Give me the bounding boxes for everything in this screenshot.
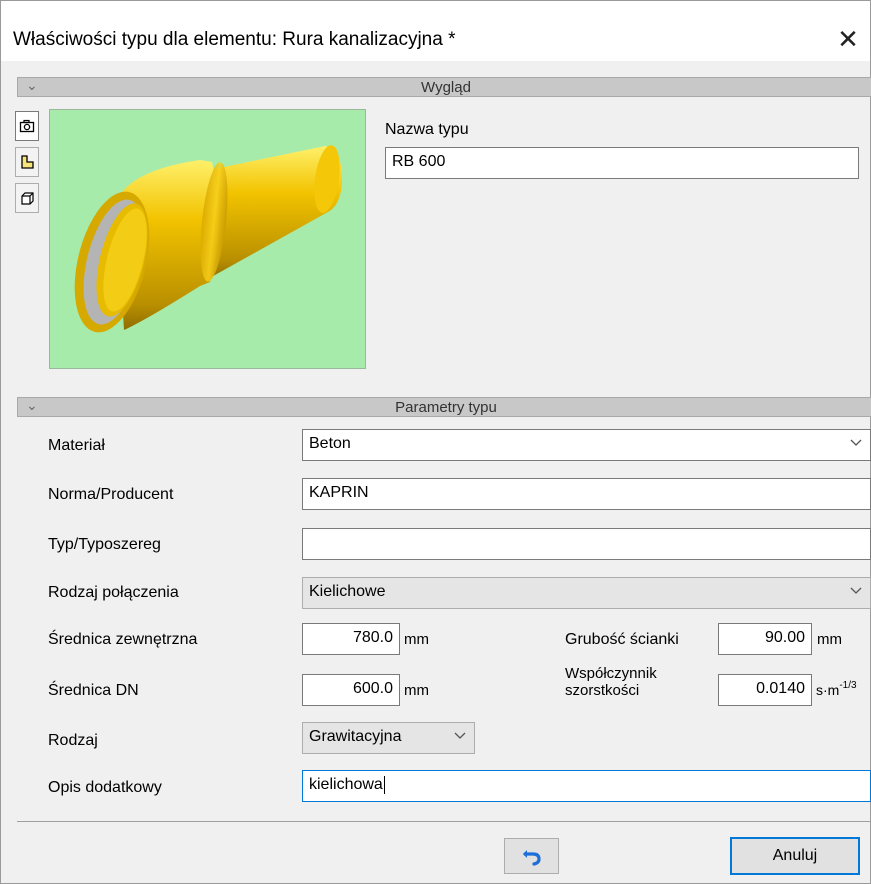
outer-diameter-label: Średnica zewnętrzna [48,631,198,648]
connection-select[interactable]: Kielichowe [302,577,871,609]
description-label: Opis dodatkowy [48,779,162,796]
wall-thickness-input[interactable]: 90.00 [718,623,812,655]
chevron-down-icon [850,587,862,594]
series-input[interactable] [302,528,871,560]
wall-thickness-unit: mm [817,631,842,648]
outer-diameter-unit: mm [404,631,429,648]
standard-label: Norma/Producent [48,486,174,503]
cancel-button[interactable]: Anuluj [730,837,860,875]
roughness-label: Współczynnik szorstkości [565,665,657,699]
footer-divider [17,821,871,822]
roughness-unit-exponent: -1/3 [839,680,857,691]
chevron-down-icon [850,439,862,446]
type-name-input[interactable]: RB 600 [385,147,859,179]
type-params-section-label: Parametry typu [395,399,497,416]
appearance-section-label: Wygląd [421,79,471,96]
properties-dialog: Właściwości typu dla elementu: Rura kana… [0,0,871,884]
appearance-section-header[interactable]: ⌄ Wygląd [17,77,871,97]
dn-diameter-input[interactable]: 600.0 [302,674,400,706]
text-caret [383,776,385,794]
type-params-section-header[interactable]: ⌄ Parametry typu [17,397,871,417]
outer-diameter-input[interactable]: 780.0 [302,623,400,655]
type-name-label: Nazwa typu [385,121,469,138]
2d-view-icon[interactable] [15,147,39,177]
material-label: Materiał [48,437,105,454]
pipe-preview [49,109,366,369]
roughness-unit-base: s·m [816,682,840,698]
3d-view-icon[interactable] [15,183,39,213]
roughness-unit: s·m-1/3 [816,680,857,698]
undo-icon [522,850,541,866]
undo-button[interactable] [504,838,559,874]
roughness-label-line1: Współczynnik [565,665,657,682]
close-icon[interactable]: ✕ [830,21,866,57]
material-select[interactable]: Beton [302,429,871,461]
description-input[interactable]: kielichowa [302,770,871,802]
roughness-label-line2: szorstkości [565,682,640,699]
pipe-3d-image [74,145,342,333]
title-bar: Właściwości typu dla elementu: Rura kana… [1,1,870,61]
series-label: Typ/Typoszereg [48,536,161,553]
material-value: Beton [309,435,351,452]
standard-input[interactable]: KAPRIN [302,478,871,510]
connection-label: Rodzaj połączenia [48,584,179,601]
kind-select[interactable]: Grawitacyjna [302,722,475,754]
dn-diameter-label: Średnica DN [48,682,139,699]
description-value: kielichowa [309,776,383,794]
window-title: Właściwości typu dla elementu: Rura kana… [13,29,456,50]
camera-view-icon[interactable] [15,111,39,141]
chevron-down-icon [454,732,466,739]
kind-value: Grawitacyjna [309,728,402,745]
kind-label: Rodzaj [48,732,98,749]
dn-diameter-unit: mm [404,682,429,699]
roughness-input[interactable]: 0.0140 [718,674,812,706]
connection-value: Kielichowe [309,583,386,600]
view-mode-tabs [15,111,43,219]
wall-thickness-label: Grubość ścianki [565,631,679,648]
